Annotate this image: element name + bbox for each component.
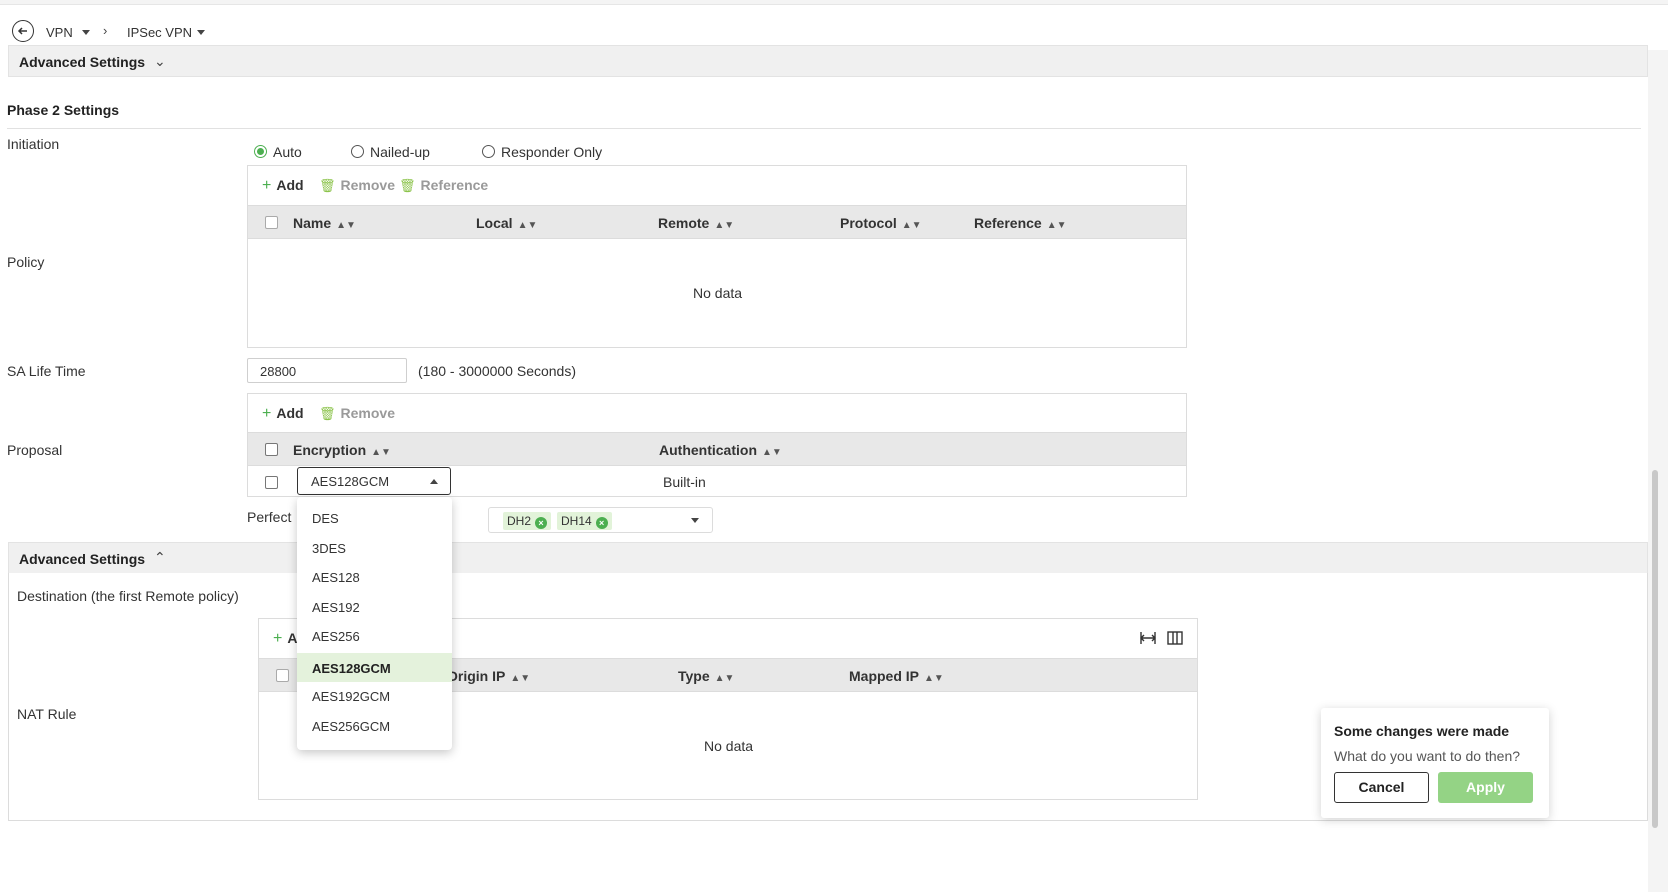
tag-dh14: DH14 × [557, 512, 612, 530]
sort-icon: ▲▼ [517, 220, 538, 231]
pfs-select[interactable]: DH2 × DH14 × [488, 507, 713, 533]
toast-message: What do you want to do then? [1334, 748, 1521, 764]
sort-icon: ▲▼ [510, 673, 531, 684]
column-origin-ip[interactable]: Origin IP ▲▼ [447, 668, 530, 684]
option-aes128[interactable]: AES128 [297, 562, 452, 591]
tag-dh2: DH2 × [503, 512, 552, 530]
option-aes256gcm[interactable]: AES256GCM [297, 711, 452, 740]
select-all-checkbox[interactable] [276, 669, 289, 682]
pfs-label: Perfect [247, 509, 292, 525]
encryption-select[interactable]: AES128GCM [297, 467, 451, 495]
sort-icon: ▲▼ [1046, 220, 1067, 231]
breadcrumb-vpn[interactable]: VPN [46, 25, 73, 40]
nat-rule-label: NAT Rule [17, 706, 77, 722]
sort-icon: ▲▼ [714, 673, 735, 684]
column-remote[interactable]: Remote ▲▼ [658, 215, 734, 231]
chevron-down-icon[interactable] [197, 30, 205, 35]
plus-icon: + [273, 630, 283, 647]
column-name[interactable]: Name ▲▼ [293, 215, 356, 231]
remove-tag-icon[interactable]: × [595, 517, 608, 529]
advanced-settings-title: Advanced Settings [19, 551, 146, 567]
radio-unchecked-icon[interactable] [482, 145, 495, 158]
sort-icon: ▲▼ [336, 220, 356, 231]
chevron-down-icon[interactable] [82, 30, 90, 35]
plus-icon: + [262, 177, 272, 194]
sort-icon: ▲▼ [762, 447, 782, 458]
column-local[interactable]: Local ▲▼ [476, 215, 537, 231]
option-3des[interactable]: 3DES [297, 533, 452, 562]
phase2-title: Phase 2 Settings [7, 102, 120, 118]
remove-tag-icon[interactable]: × [535, 517, 548, 529]
sort-icon: ▲▼ [901, 220, 922, 231]
cancel-button[interactable]: Cancel [1334, 772, 1429, 803]
option-aes192gcm[interactable]: AES192GCM [297, 681, 452, 710]
sort-icon: ▲▼ [371, 447, 391, 458]
policy-add-button[interactable]: + Add [262, 177, 304, 195]
option-aes192[interactable]: AES192 [297, 592, 452, 621]
chevron-up-icon[interactable]: ⌃ [154, 549, 166, 566]
column-authentication[interactable]: Authentication ▲▼ [659, 442, 782, 458]
trash-icon: 🗑 [319, 406, 336, 421]
nat-add-button[interactable]: + A [273, 630, 297, 648]
column-mapped-ip[interactable]: Mapped IP ▲▼ [849, 668, 944, 684]
policy-reference-button[interactable]: 🗑 Reference [399, 177, 488, 194]
policy-empty-message: No data [693, 285, 743, 301]
column-encryption[interactable]: Encryption ▲▼ [293, 442, 391, 458]
breadcrumb-ipsec-vpn[interactable]: IPSec VPN [127, 25, 192, 40]
nat-empty-message: No data [704, 738, 754, 754]
columns-icon[interactable] [1167, 631, 1183, 649]
chevron-down-icon[interactable] [691, 518, 699, 523]
scrollbar[interactable] [1652, 470, 1658, 828]
reference-icon: 🗑 [399, 178, 416, 193]
destination-label: Destination (the first Remote policy) [17, 588, 239, 604]
radio-checked-icon[interactable] [254, 145, 267, 158]
page: VPN › IPSec VPN Advanced Settings ⌄ Phas… [0, 0, 1668, 892]
initiation-label: Initiation [7, 136, 60, 152]
option-aes128gcm[interactable]: AES128GCM [297, 653, 452, 682]
back-icon[interactable] [12, 20, 34, 42]
authentication-value: Built-in [663, 474, 706, 490]
sa-life-time-input[interactable]: 28800 [247, 358, 407, 383]
column-type[interactable]: Type ▲▼ [678, 668, 734, 684]
policy-table-header: Name ▲▼ Local ▲▼ Remote ▲▼ Protocol ▲▼ Refer… [248, 205, 1186, 239]
column-reference[interactable]: Reference ▲▼ [974, 215, 1067, 231]
breadcrumb: VPN › IPSec VPN [0, 4, 1668, 50]
proposal-add-button[interactable]: + Add [262, 405, 304, 423]
changes-toast: Some changes were made What do you want … [1321, 708, 1549, 818]
sort-icon: ▲▼ [924, 673, 944, 684]
toast-title: Some changes were made [1334, 723, 1510, 739]
encryption-dropdown: DES 3DES AES128 AES192 AES256 AES128GCM … [297, 497, 452, 750]
proposal-table-header: Encryption ▲▼ Authentication ▲▼ [248, 432, 1186, 466]
sa-life-time-hint: (180 - 3000000 Seconds) [418, 363, 576, 379]
row-checkbox[interactable] [265, 476, 278, 489]
proposal-label: Proposal [7, 442, 63, 458]
fit-width-icon[interactable] [1140, 631, 1156, 649]
option-des[interactable]: DES [297, 503, 452, 532]
advanced-settings-header-bottom[interactable]: Advanced Settings ⌃ [8, 542, 1648, 574]
chevron-down-icon[interactable]: ⌄ [154, 53, 166, 70]
column-protocol[interactable]: Protocol ▲▼ [840, 215, 922, 231]
select-all-checkbox[interactable] [265, 216, 278, 229]
plus-icon: + [262, 405, 272, 422]
select-all-checkbox[interactable] [265, 443, 278, 456]
policy-remove-button[interactable]: 🗑 Remove [319, 177, 395, 194]
advanced-settings-title: Advanced Settings [19, 54, 146, 70]
trash-icon: 🗑 [319, 178, 336, 193]
apply-button[interactable]: Apply [1438, 772, 1533, 803]
sa-life-time-label: SA Life Time [7, 363, 86, 379]
policy-table: + Add 🗑 Remove 🗑 Reference Name ▲▼ Local ▲▼ R… [247, 165, 1187, 348]
sort-icon: ▲▼ [714, 220, 735, 231]
divider [7, 128, 1641, 129]
advanced-settings-header-top[interactable]: Advanced Settings ⌄ [8, 45, 1648, 77]
proposal-remove-button[interactable]: 🗑 Remove [319, 405, 395, 422]
radio-unchecked-icon[interactable] [351, 145, 364, 158]
chevron-right-icon: › [103, 23, 108, 38]
policy-label: Policy [7, 254, 45, 270]
option-aes256[interactable]: AES256 [297, 621, 452, 650]
chevron-up-icon [430, 479, 438, 484]
